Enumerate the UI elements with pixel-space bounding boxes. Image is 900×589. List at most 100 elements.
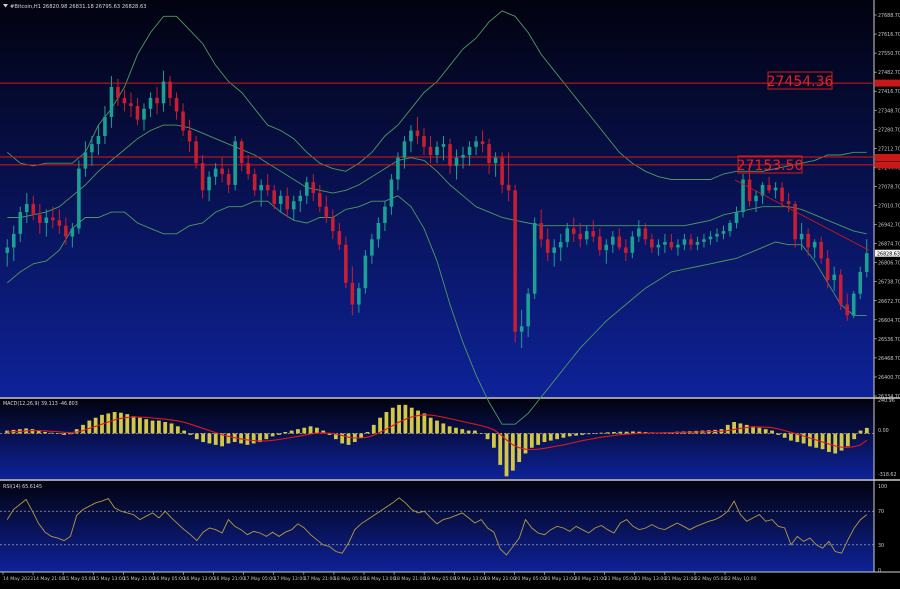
macd-bar <box>498 433 503 465</box>
candle-body <box>539 222 543 240</box>
macd-bar <box>371 424 376 434</box>
candle-body <box>83 152 88 169</box>
macd-bar <box>156 420 161 434</box>
candle-body <box>780 187 784 202</box>
candle-body <box>272 190 277 204</box>
time-tick-label: 16 May 21:00 <box>214 576 246 582</box>
candle-body <box>363 255 368 289</box>
candle-body <box>526 293 530 327</box>
lower-level-label: 27153.50 <box>737 158 804 174</box>
macd-bar <box>479 433 484 434</box>
candle-body <box>747 179 752 202</box>
candle-body <box>624 247 628 253</box>
macd-bar <box>864 427 869 434</box>
macd-bar <box>789 433 793 441</box>
macd-bar <box>188 433 193 435</box>
candle-body <box>493 157 498 164</box>
candle-body <box>454 157 459 166</box>
macd-bar <box>49 432 54 434</box>
macd-bar <box>858 430 863 434</box>
macd-bar <box>144 419 149 434</box>
candle-body <box>754 195 758 202</box>
candle-body <box>851 293 856 316</box>
macd-bar <box>397 404 401 434</box>
macd-bar <box>732 422 736 434</box>
candle-body <box>194 141 198 164</box>
candle-body <box>370 239 374 256</box>
candle-body <box>259 184 263 191</box>
macd-bar <box>599 432 604 434</box>
candle-body <box>311 182 316 194</box>
candle-body <box>663 242 667 245</box>
candle-body <box>246 163 250 175</box>
macd-bar <box>447 426 452 434</box>
candle-body <box>506 184 511 191</box>
time-tick-label: 18 May 13:00 <box>364 576 396 582</box>
price-tick-label: 27688.70 <box>878 13 900 19</box>
candle-body <box>617 236 622 248</box>
candle-body <box>324 206 329 218</box>
macd-bar <box>283 432 288 434</box>
candle-body <box>604 244 609 251</box>
candle-body <box>734 212 739 223</box>
time-tick-label: 21 May 05:00 <box>605 576 637 582</box>
price-tick-label: 27280.70 <box>878 127 900 133</box>
candle-body <box>181 111 185 131</box>
macd-bar <box>845 433 850 447</box>
candle-body <box>832 274 836 281</box>
candle-body <box>591 231 596 237</box>
candle-body <box>168 81 172 98</box>
candle-body <box>513 190 517 332</box>
candle-body <box>689 239 693 245</box>
macd-bar <box>428 417 433 434</box>
candle-body <box>565 228 570 243</box>
candle-body <box>109 87 114 117</box>
macd-bar <box>302 427 307 434</box>
time-tick-label: 14 May 21:00 <box>33 576 65 582</box>
candle-body <box>461 154 465 158</box>
macd-tick-label: 240.96 <box>878 398 895 404</box>
trading-chart[interactable]: 27454.36 27153.50 #Bitcoin,H1 26820.98 268… <box>0 0 900 585</box>
price-tick-label: 27348.70 <box>878 108 900 114</box>
candle-body <box>350 282 355 305</box>
time-tick-label: 16 May 05:00 <box>153 576 185 582</box>
macd-bar <box>289 430 294 434</box>
time-tick-label: 15 May 21:00 <box>123 576 155 582</box>
macd-bar <box>213 433 218 445</box>
candle-body <box>5 247 10 253</box>
candle-body <box>90 144 94 153</box>
candle-body <box>819 242 823 259</box>
time-tick-label: 20 May 21:00 <box>575 576 607 582</box>
macd-bar <box>346 433 351 445</box>
candle-body <box>376 222 381 240</box>
candle-body <box>773 187 778 191</box>
candle-body <box>611 236 615 245</box>
candle-body <box>70 228 75 237</box>
candle-body <box>448 144 452 166</box>
candle-body <box>682 239 687 245</box>
macd-bar <box>112 412 117 434</box>
candle-body <box>637 228 641 237</box>
time-tick-label: 14 May 2023 <box>3 576 33 582</box>
candle-body <box>148 97 153 109</box>
macd-bar <box>586 433 591 435</box>
candle-body <box>812 242 817 248</box>
candle-body <box>44 217 49 223</box>
candle-body <box>344 244 348 283</box>
macd-bar <box>801 433 806 444</box>
candle-body <box>799 233 804 240</box>
candle-body <box>252 174 257 191</box>
candle-body <box>129 103 133 107</box>
candle-body <box>389 179 394 207</box>
candle-body <box>265 184 270 191</box>
candle-body <box>838 274 843 305</box>
time-tick-label: 15 May 05:00 <box>63 576 95 582</box>
macd-bar <box>55 433 60 434</box>
macd-bar <box>119 412 123 434</box>
rsi-tick-label: 0 <box>878 568 881 574</box>
macd-bar <box>605 432 610 434</box>
macd-bar <box>561 433 566 438</box>
macd-bar <box>194 433 199 440</box>
time-tick-label: 20 May 05:00 <box>514 576 546 582</box>
candle-body <box>51 217 55 221</box>
